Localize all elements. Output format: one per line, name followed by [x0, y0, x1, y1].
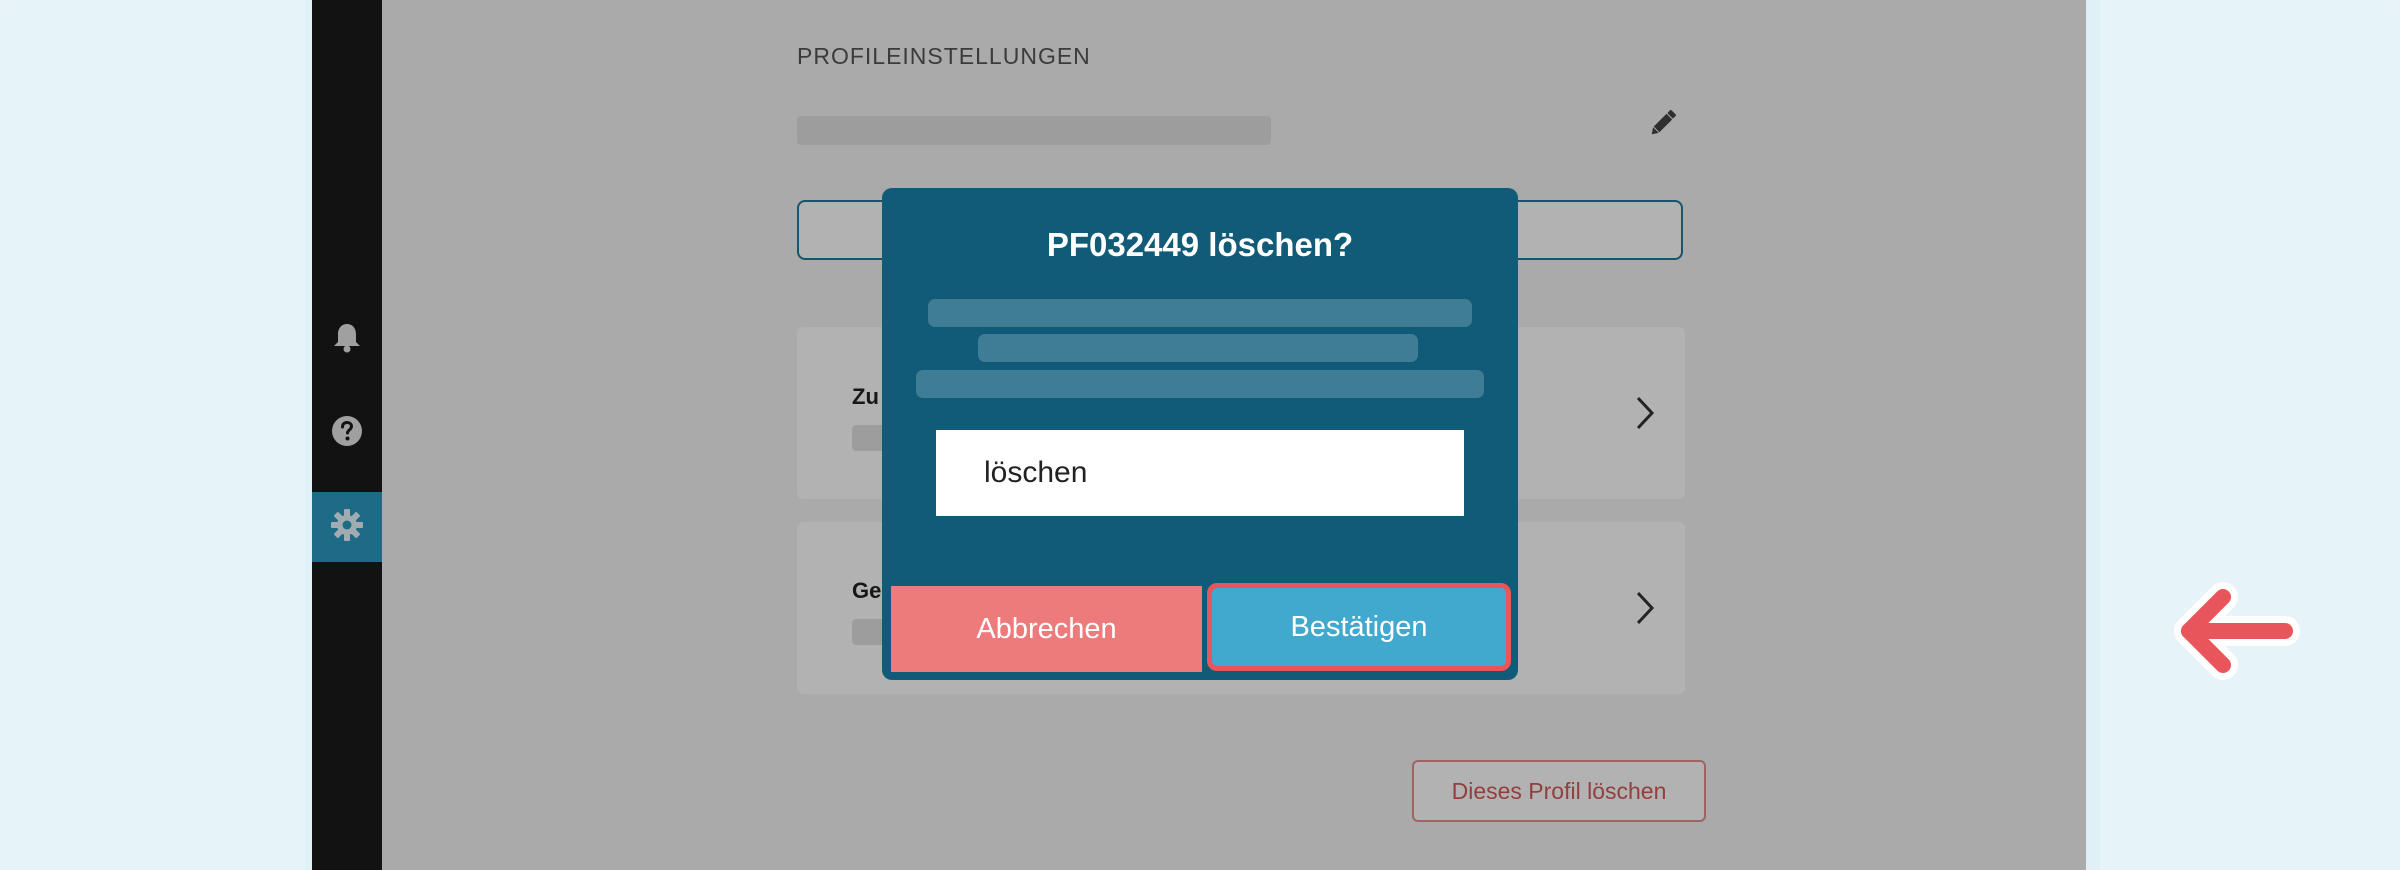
confirm-text-input[interactable] — [936, 430, 1464, 516]
cancel-button[interactable]: Abbrechen — [891, 586, 1202, 672]
dialog-text-placeholder — [916, 370, 1484, 398]
delete-confirm-dialog: PF032449 löschen? Abbrechen Bestätigen — [882, 188, 1518, 680]
dialog-text-placeholder — [978, 334, 1418, 362]
background-panel: PROFILEINSTELLUNGEN Zu Ge Dieses Profil … — [0, 0, 2400, 870]
dialog-text-placeholder — [928, 299, 1472, 327]
confirm-button[interactable]: Bestätigen — [1207, 583, 1511, 671]
arrow-left-icon — [2165, 575, 2305, 690]
dialog-title: PF032449 löschen? — [1046, 226, 1354, 263]
